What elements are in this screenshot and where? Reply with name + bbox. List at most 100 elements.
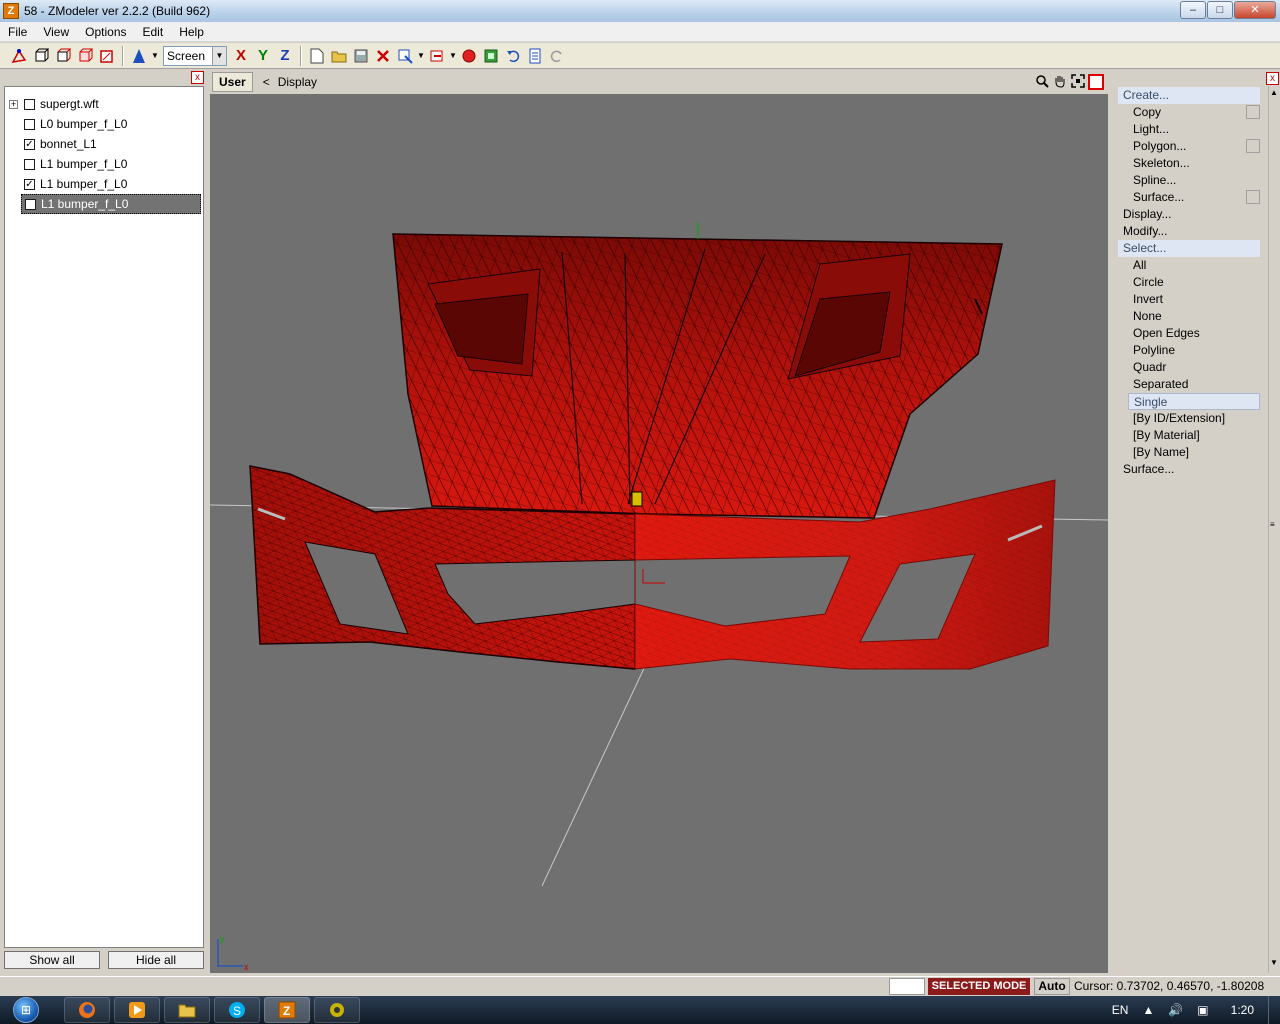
visibility-checkbox[interactable] <box>24 158 35 170</box>
coordinate-space-select[interactable]: Screen ▼ <box>163 45 227 66</box>
create-light[interactable]: Light... <box>1133 121 1169 138</box>
tree-item[interactable]: L0 bumper_f_L0 <box>5 114 201 134</box>
viewport-tab-user[interactable]: User <box>212 72 253 92</box>
display-menu[interactable]: Display... <box>1123 206 1171 223</box>
select-menu[interactable]: Select... <box>1118 240 1260 257</box>
tree-item[interactable]: ✓ bonnet_L1 <box>5 134 201 154</box>
selected-mode-indicator[interactable]: SELECTED MODE <box>928 978 1030 995</box>
open-folder-icon[interactable] <box>328 45 350 67</box>
create-spline[interactable]: Spline... <box>1133 172 1176 189</box>
file-explorer-icon[interactable] <box>164 997 210 1023</box>
option-box[interactable] <box>1246 190 1260 204</box>
properties-icon[interactable] <box>524 45 546 67</box>
maximize-button[interactable]: □ <box>1207 1 1233 19</box>
viewport-display-label[interactable]: Display <box>278 75 317 89</box>
tree-item-root[interactable]: + supergt.wft <box>5 94 201 114</box>
axis-x-toggle[interactable]: X <box>230 45 252 67</box>
skype-icon[interactable]: S <box>214 997 260 1023</box>
select-invert[interactable]: Invert <box>1133 291 1163 308</box>
object-tree[interactable]: + supergt.wft L0 bumper_f_L0 ✓ bonnet_L1… <box>4 86 204 948</box>
maximize-viewport-icon[interactable] <box>1088 74 1104 90</box>
visibility-checkbox[interactable]: ✓ <box>24 178 35 190</box>
import-icon[interactable] <box>394 45 416 67</box>
menu-file[interactable]: File <box>0 25 35 39</box>
app-taskbar-icon[interactable] <box>314 997 360 1023</box>
auto-indicator[interactable]: Auto <box>1034 978 1070 995</box>
tree-item-selected[interactable]: ✓ L1 bumper_f_L0 <box>21 194 201 214</box>
export-icon[interactable] <box>426 45 448 67</box>
scroll-up-icon[interactable]: ▲ <box>1270 88 1278 97</box>
scene-canvas[interactable]: y x <box>210 94 1108 973</box>
object-mode-icon[interactable] <box>74 45 96 67</box>
menu-edit[interactable]: Edit <box>135 25 172 39</box>
create-surface[interactable]: Surface... <box>1133 189 1184 206</box>
import-dropdown-icon[interactable]: ▼ <box>416 45 426 67</box>
menu-help[interactable]: Help <box>171 25 212 39</box>
bonnet-mesh[interactable] <box>392 222 1003 519</box>
scroll-down-icon[interactable]: ▼ <box>1270 958 1278 967</box>
visibility-checkbox[interactable] <box>24 98 35 110</box>
close-icon[interactable]: x <box>191 71 204 84</box>
axis-y-toggle[interactable]: Y <box>252 45 274 67</box>
select-single[interactable]: Single <box>1128 393 1260 410</box>
network-icon[interactable]: ▣ <box>1197 1003 1208 1017</box>
select-none[interactable]: None <box>1133 308 1162 325</box>
select-separated[interactable]: Separated <box>1133 376 1188 393</box>
select-all[interactable]: All <box>1133 257 1146 274</box>
select-open-edges[interactable]: Open Edges <box>1133 325 1200 342</box>
select-by-id[interactable]: [By ID/Extension] <box>1133 410 1225 427</box>
create-polygon[interactable]: Polygon... <box>1133 138 1186 155</box>
close-icon[interactable]: x <box>1266 72 1279 85</box>
chevron-down-icon[interactable]: ▼ <box>212 46 226 65</box>
visibility-checkbox[interactable] <box>24 118 35 130</box>
viewport-back-button[interactable]: < <box>263 75 270 89</box>
pan-hand-icon[interactable] <box>1052 74 1068 90</box>
tray-expand-icon[interactable]: ▲ <box>1142 1003 1154 1017</box>
app-icon[interactable]: Z <box>3 3 19 19</box>
expand-icon[interactable]: + <box>9 99 18 109</box>
redo-icon[interactable] <box>546 45 568 67</box>
menu-options[interactable]: Options <box>77 25 134 39</box>
tree-item[interactable]: ✓ L1 bumper_f_L0 <box>5 174 201 194</box>
create-skeleton[interactable]: Skeleton... <box>1133 155 1190 172</box>
menu-view[interactable]: View <box>35 25 77 39</box>
visibility-checkbox[interactable]: ✓ <box>25 198 36 210</box>
fit-view-icon[interactable] <box>1070 74 1086 90</box>
triangle-dropdown-icon[interactable]: ▼ <box>150 45 160 67</box>
face-mode-icon[interactable] <box>52 45 74 67</box>
delete-icon[interactable] <box>372 45 394 67</box>
edge-mode-icon[interactable] <box>30 45 52 67</box>
zmodeler-taskbar-icon[interactable]: Z <box>264 997 310 1023</box>
show-desktop-button[interactable] <box>1268 996 1280 1024</box>
save-icon[interactable] <box>350 45 372 67</box>
volume-icon[interactable]: 🔊 <box>1168 1003 1183 1017</box>
close-button[interactable]: ✕ <box>1234 1 1276 19</box>
select-quadr[interactable]: Quadr <box>1133 359 1166 376</box>
triangle-tool-icon[interactable] <box>128 45 150 67</box>
select-by-material[interactable]: [By Material] <box>1133 427 1200 444</box>
start-button[interactable]: ⊞ <box>6 996 46 1024</box>
select-by-name[interactable]: [By Name] <box>1133 444 1189 461</box>
modify-menu[interactable]: Modify... <box>1123 223 1167 240</box>
axis-z-toggle[interactable]: Z <box>274 45 296 67</box>
undo-icon[interactable] <box>502 45 524 67</box>
option-box[interactable] <box>1246 105 1260 119</box>
select-polyline[interactable]: Polyline <box>1133 342 1175 359</box>
vertex-mode-icon[interactable] <box>8 45 30 67</box>
new-file-icon[interactable] <box>306 45 328 67</box>
minimize-button[interactable]: – <box>1180 1 1206 19</box>
export-dropdown-icon[interactable]: ▼ <box>448 45 458 67</box>
media-player-icon[interactable] <box>114 997 160 1023</box>
texture-icon[interactable] <box>480 45 502 67</box>
panel-scrollbar[interactable]: ▲ ≡ ▼ <box>1268 86 1280 973</box>
create-copy[interactable]: Copy <box>1133 104 1161 121</box>
firefox-icon[interactable] <box>64 997 110 1023</box>
3d-viewport[interactable]: y x <box>210 94 1108 973</box>
tree-item[interactable]: L1 bumper_f_L0 <box>5 154 201 174</box>
option-box[interactable] <box>1246 139 1260 153</box>
zoom-icon[interactable] <box>1034 74 1050 90</box>
box-mode-icon[interactable] <box>96 45 118 67</box>
visibility-checkbox[interactable]: ✓ <box>24 138 35 150</box>
hide-all-button[interactable]: Hide all <box>108 951 204 969</box>
material-icon[interactable] <box>458 45 480 67</box>
